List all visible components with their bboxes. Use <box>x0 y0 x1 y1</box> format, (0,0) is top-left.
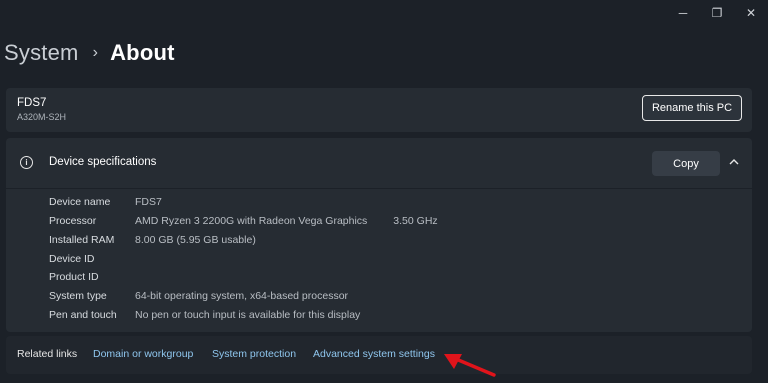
spec-label: Pen and touch <box>49 309 117 321</box>
pc-name: FDS7 <box>17 97 47 109</box>
spec-label: Installed RAM <box>49 234 115 246</box>
pc-name-card: FDS7 A320M-S2H Rename this PC <box>6 88 752 132</box>
breadcrumb: System › About <box>4 40 175 66</box>
spec-value: AMD Ryzen 3 2200G with Radeon Vega Graph… <box>135 215 368 227</box>
spec-row-installed-ram: Installed RAM 8.00 GB (5.95 GB usable) <box>49 234 256 252</box>
spec-row-device-id: Device ID <box>49 253 135 271</box>
domain-or-workgroup-link[interactable]: Domain or workgroup <box>93 348 193 360</box>
spec-value: No pen or touch input is available for t… <box>135 309 361 321</box>
related-links-label: Related links <box>17 348 78 360</box>
spec-row-pen-and-touch: Pen and touch No pen or touch input is a… <box>49 309 360 327</box>
device-specifications-header[interactable]: i Device specifications Copy <box>6 138 752 189</box>
close-button[interactable]: ✕ <box>734 0 768 26</box>
page-title: About <box>110 40 175 65</box>
spec-label: Product ID <box>49 271 99 283</box>
red-arrow-icon <box>444 354 496 377</box>
minimize-button[interactable]: ─ <box>666 0 700 26</box>
rename-pc-button[interactable]: Rename this PC <box>642 95 742 121</box>
breadcrumb-system[interactable]: System <box>4 40 79 66</box>
copy-button[interactable]: Copy <box>652 151 720 176</box>
device-specifications-title: Device specifications <box>49 156 157 168</box>
breadcrumb-separator: › <box>92 44 99 61</box>
spec-row-system-type: System type 64-bit operating system, x64… <box>49 290 348 308</box>
spec-label: Device ID <box>49 253 95 265</box>
spec-row-product-id: Product ID <box>49 271 135 289</box>
pc-model: A320M-S2H <box>17 112 67 122</box>
spec-value-speed: 3.50 GHz <box>393 215 438 227</box>
spec-label: Device name <box>49 196 111 208</box>
system-protection-link[interactable]: System protection <box>212 348 296 360</box>
related-links-bar: Related links Domain or workgroup System… <box>6 336 752 374</box>
spec-row-processor: Processor AMD Ryzen 3 2200G with Radeon … <box>49 215 438 233</box>
window-controls: ─ ❐ ✕ <box>666 0 768 26</box>
chevron-up-icon[interactable] <box>727 155 741 169</box>
spec-label: System type <box>49 290 107 302</box>
info-icon: i <box>20 156 33 169</box>
device-specifications-card: i Device specifications Copy Device name… <box>6 138 752 332</box>
spec-row-device-name: Device name FDS7 <box>49 196 162 214</box>
advanced-system-settings-link[interactable]: Advanced system settings <box>313 348 435 360</box>
spec-label: Processor <box>49 215 97 227</box>
spec-value: 8.00 GB (5.95 GB usable) <box>135 234 256 246</box>
maximize-button[interactable]: ❐ <box>700 0 734 26</box>
spec-value: FDS7 <box>135 196 162 208</box>
spec-value: 64-bit operating system, x64-based proce… <box>135 290 349 302</box>
